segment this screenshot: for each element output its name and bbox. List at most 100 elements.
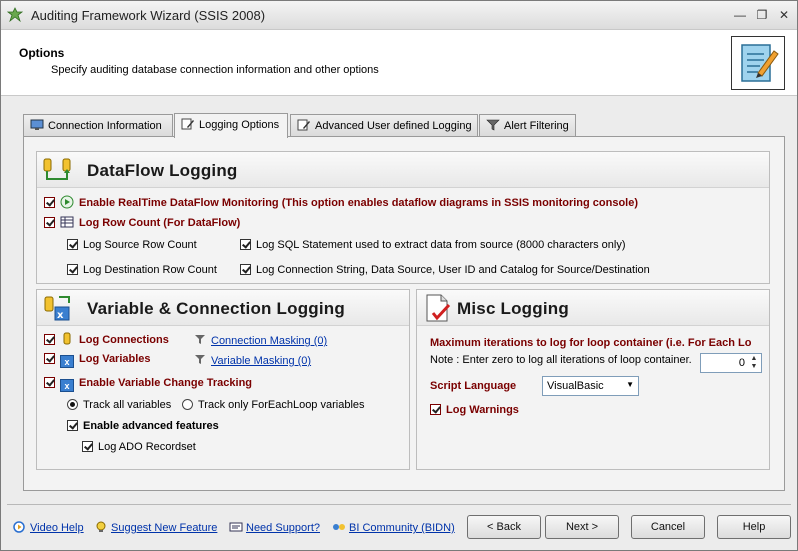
svg-text:x: x bbox=[57, 310, 64, 321]
varconn-title: Variable & Connection Logging bbox=[87, 299, 345, 318]
log-ado-recordset-checkbox[interactable]: Log ADO Recordset bbox=[82, 441, 196, 453]
misc-header: Misc Logging bbox=[417, 290, 769, 326]
checkbox-checked[interactable] bbox=[44, 334, 55, 345]
iterations-value[interactable]: 0 bbox=[739, 357, 745, 369]
iterations-note: Note : Enter zero to log all iterations … bbox=[430, 354, 692, 366]
checkbox-checked[interactable] bbox=[67, 420, 78, 431]
checkbox-checked[interactable] bbox=[430, 404, 441, 415]
row-count-label: Log Row Count (For DataFlow) bbox=[79, 217, 241, 229]
back-button[interactable]: < Back bbox=[467, 515, 541, 539]
bi-community-label[interactable]: BI Community (BIDN) bbox=[349, 522, 455, 534]
stepper-arrows-icon[interactable]: ▲ ▼ bbox=[748, 355, 760, 371]
play-icon bbox=[60, 195, 74, 209]
advanced-features-label: Enable advanced features bbox=[83, 420, 219, 432]
track-all-variables-radio[interactable]: Track all variables bbox=[67, 399, 171, 411]
close-button[interactable]: ✕ bbox=[775, 6, 793, 24]
iterations-stepper[interactable]: 0 ▲ ▼ bbox=[700, 353, 762, 373]
tab-connection-information[interactable]: Connection Information bbox=[23, 114, 173, 137]
video-help-label[interactable]: Video Help bbox=[30, 522, 84, 534]
tab-advanced-user-defined-logging[interactable]: Advanced User defined Logging bbox=[290, 114, 478, 137]
log-variables-label: Log Variables bbox=[79, 353, 151, 365]
misc-logging-group: Misc Logging Maximum iterations to log f… bbox=[416, 289, 770, 470]
log-source-row-count-checkbox[interactable]: Log Source Row Count bbox=[67, 239, 197, 251]
connection-masking-label[interactable]: Connection Masking (0) bbox=[211, 335, 327, 347]
tab-label: Logging Options bbox=[199, 119, 280, 131]
suggest-feature-label[interactable]: Suggest New Feature bbox=[111, 522, 217, 534]
cancel-button[interactable]: Cancel bbox=[631, 515, 705, 539]
header-title: Options bbox=[19, 46, 65, 60]
checkbox-checked[interactable] bbox=[67, 264, 78, 275]
minimize-button[interactable]: — bbox=[731, 6, 749, 24]
need-support-link[interactable]: Need Support? bbox=[229, 521, 320, 534]
log-sql-statement-checkbox[interactable]: Log SQL Statement used to extract data f… bbox=[240, 239, 626, 251]
video-help-link[interactable]: Video Help bbox=[13, 521, 84, 534]
dest-row-count-label: Log Destination Row Count bbox=[83, 264, 217, 276]
radio-selected[interactable] bbox=[67, 399, 78, 410]
source-row-count-label: Log Source Row Count bbox=[83, 239, 197, 251]
checkbox-checked[interactable] bbox=[44, 197, 55, 208]
chevron-down-icon[interactable]: ▼ bbox=[626, 380, 634, 389]
realtime-monitoring-checkbox[interactable]: Enable RealTime DataFlow Monitoring (Thi… bbox=[44, 195, 638, 209]
track-foreach-label: Track only ForEachLoop variables bbox=[198, 399, 365, 411]
log-connections-label: Log Connections bbox=[79, 334, 169, 346]
footer-divider bbox=[7, 504, 791, 505]
table-icon bbox=[60, 216, 74, 228]
dataflow-header: DataFlow Logging bbox=[37, 152, 769, 188]
filter-icon bbox=[195, 355, 205, 364]
tab-alert-filtering[interactable]: Alert Filtering bbox=[479, 114, 576, 137]
varconn-header: x Variable & Connection Logging bbox=[37, 290, 409, 326]
dataflow-logging-group: DataFlow Logging Enable RealTime DataFlo… bbox=[36, 151, 770, 284]
checkbox-checked[interactable] bbox=[240, 264, 251, 275]
monitor-icon bbox=[30, 119, 44, 130]
enable-advanced-features-checkbox[interactable]: Enable advanced features bbox=[67, 420, 219, 432]
community-icon bbox=[333, 524, 345, 530]
help-button[interactable]: Help bbox=[717, 515, 791, 539]
bi-community-link[interactable]: BI Community (BIDN) bbox=[332, 521, 455, 534]
radio-unselected[interactable] bbox=[182, 399, 193, 410]
dataflow-icon bbox=[43, 158, 71, 180]
variable-icon: x bbox=[60, 355, 74, 368]
options-document-icon bbox=[731, 36, 785, 90]
ado-recordset-label: Log ADO Recordset bbox=[98, 441, 196, 453]
connection-icon bbox=[63, 332, 71, 345]
misc-title: Misc Logging bbox=[457, 299, 569, 318]
script-language-value: VisualBasic bbox=[547, 380, 604, 392]
need-support-label[interactable]: Need Support? bbox=[246, 522, 320, 534]
wizard-window: Auditing Framework Wizard (SSIS 2008) — … bbox=[0, 0, 798, 551]
log-variables-checkbox[interactable]: x Log Variables bbox=[44, 353, 151, 368]
checkbox-checked[interactable] bbox=[67, 239, 78, 250]
video-icon bbox=[13, 521, 25, 533]
checkbox-checked[interactable] bbox=[44, 377, 55, 388]
next-button[interactable]: Next > bbox=[545, 515, 619, 539]
support-icon bbox=[229, 522, 243, 532]
script-language-select[interactable]: VisualBasic ▼ bbox=[542, 376, 639, 396]
conn-string-label: Log Connection String, Data Source, User… bbox=[256, 264, 650, 276]
log-connection-string-checkbox[interactable]: Log Connection String, Data Source, User… bbox=[240, 264, 650, 276]
window-title: Auditing Framework Wizard (SSIS 2008) bbox=[31, 8, 266, 23]
variable-change-tracking-checkbox[interactable]: x Enable Variable Change Tracking bbox=[44, 377, 252, 392]
restore-button[interactable]: ❐ bbox=[753, 6, 771, 24]
log-row-count-checkbox[interactable]: Log Row Count (For DataFlow) bbox=[44, 215, 240, 229]
checkbox-checked[interactable] bbox=[44, 217, 55, 228]
checkbox-checked[interactable] bbox=[82, 441, 93, 452]
connection-masking-link[interactable]: Connection Masking (0) bbox=[194, 334, 327, 347]
checkbox-checked[interactable] bbox=[44, 353, 55, 364]
log-warnings-label: Log Warnings bbox=[446, 404, 519, 416]
variable-masking-link[interactable]: Variable Masking (0) bbox=[194, 354, 311, 367]
header-subtitle: Specify auditing database connection inf… bbox=[51, 64, 379, 76]
log-destination-row-count-checkbox[interactable]: Log Destination Row Count bbox=[67, 264, 217, 276]
tab-label: Alert Filtering bbox=[504, 120, 569, 132]
tab-logging-options[interactable]: Logging Options bbox=[174, 113, 288, 138]
dataflow-title: DataFlow Logging bbox=[87, 161, 238, 180]
variable-masking-label[interactable]: Variable Masking (0) bbox=[211, 355, 311, 367]
log-warnings-checkbox[interactable]: Log Warnings bbox=[430, 404, 519, 416]
sql-statement-label: Log SQL Statement used to extract data f… bbox=[256, 239, 626, 251]
wizard-header: Options Specify auditing database connec… bbox=[1, 30, 797, 96]
suggest-feature-link[interactable]: Suggest New Feature bbox=[94, 521, 217, 534]
checkbox-checked[interactable] bbox=[240, 239, 251, 250]
track-foreach-variables-radio[interactable]: Track only ForEachLoop variables bbox=[182, 399, 365, 411]
app-icon bbox=[7, 7, 23, 23]
variable-icon: x bbox=[60, 379, 74, 392]
change-tracking-label: Enable Variable Change Tracking bbox=[79, 377, 253, 389]
log-connections-checkbox[interactable]: Log Connections bbox=[44, 332, 169, 346]
